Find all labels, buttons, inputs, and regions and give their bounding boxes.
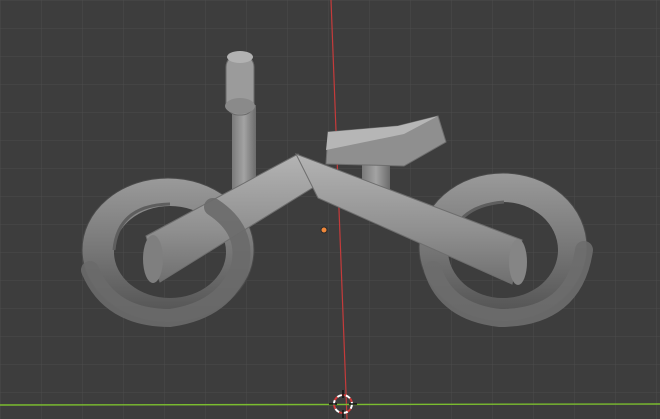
viewport-canvas[interactable]: [0, 0, 660, 419]
3d-viewport[interactable]: [0, 0, 660, 419]
object-origin-icon[interactable]: [320, 226, 328, 234]
